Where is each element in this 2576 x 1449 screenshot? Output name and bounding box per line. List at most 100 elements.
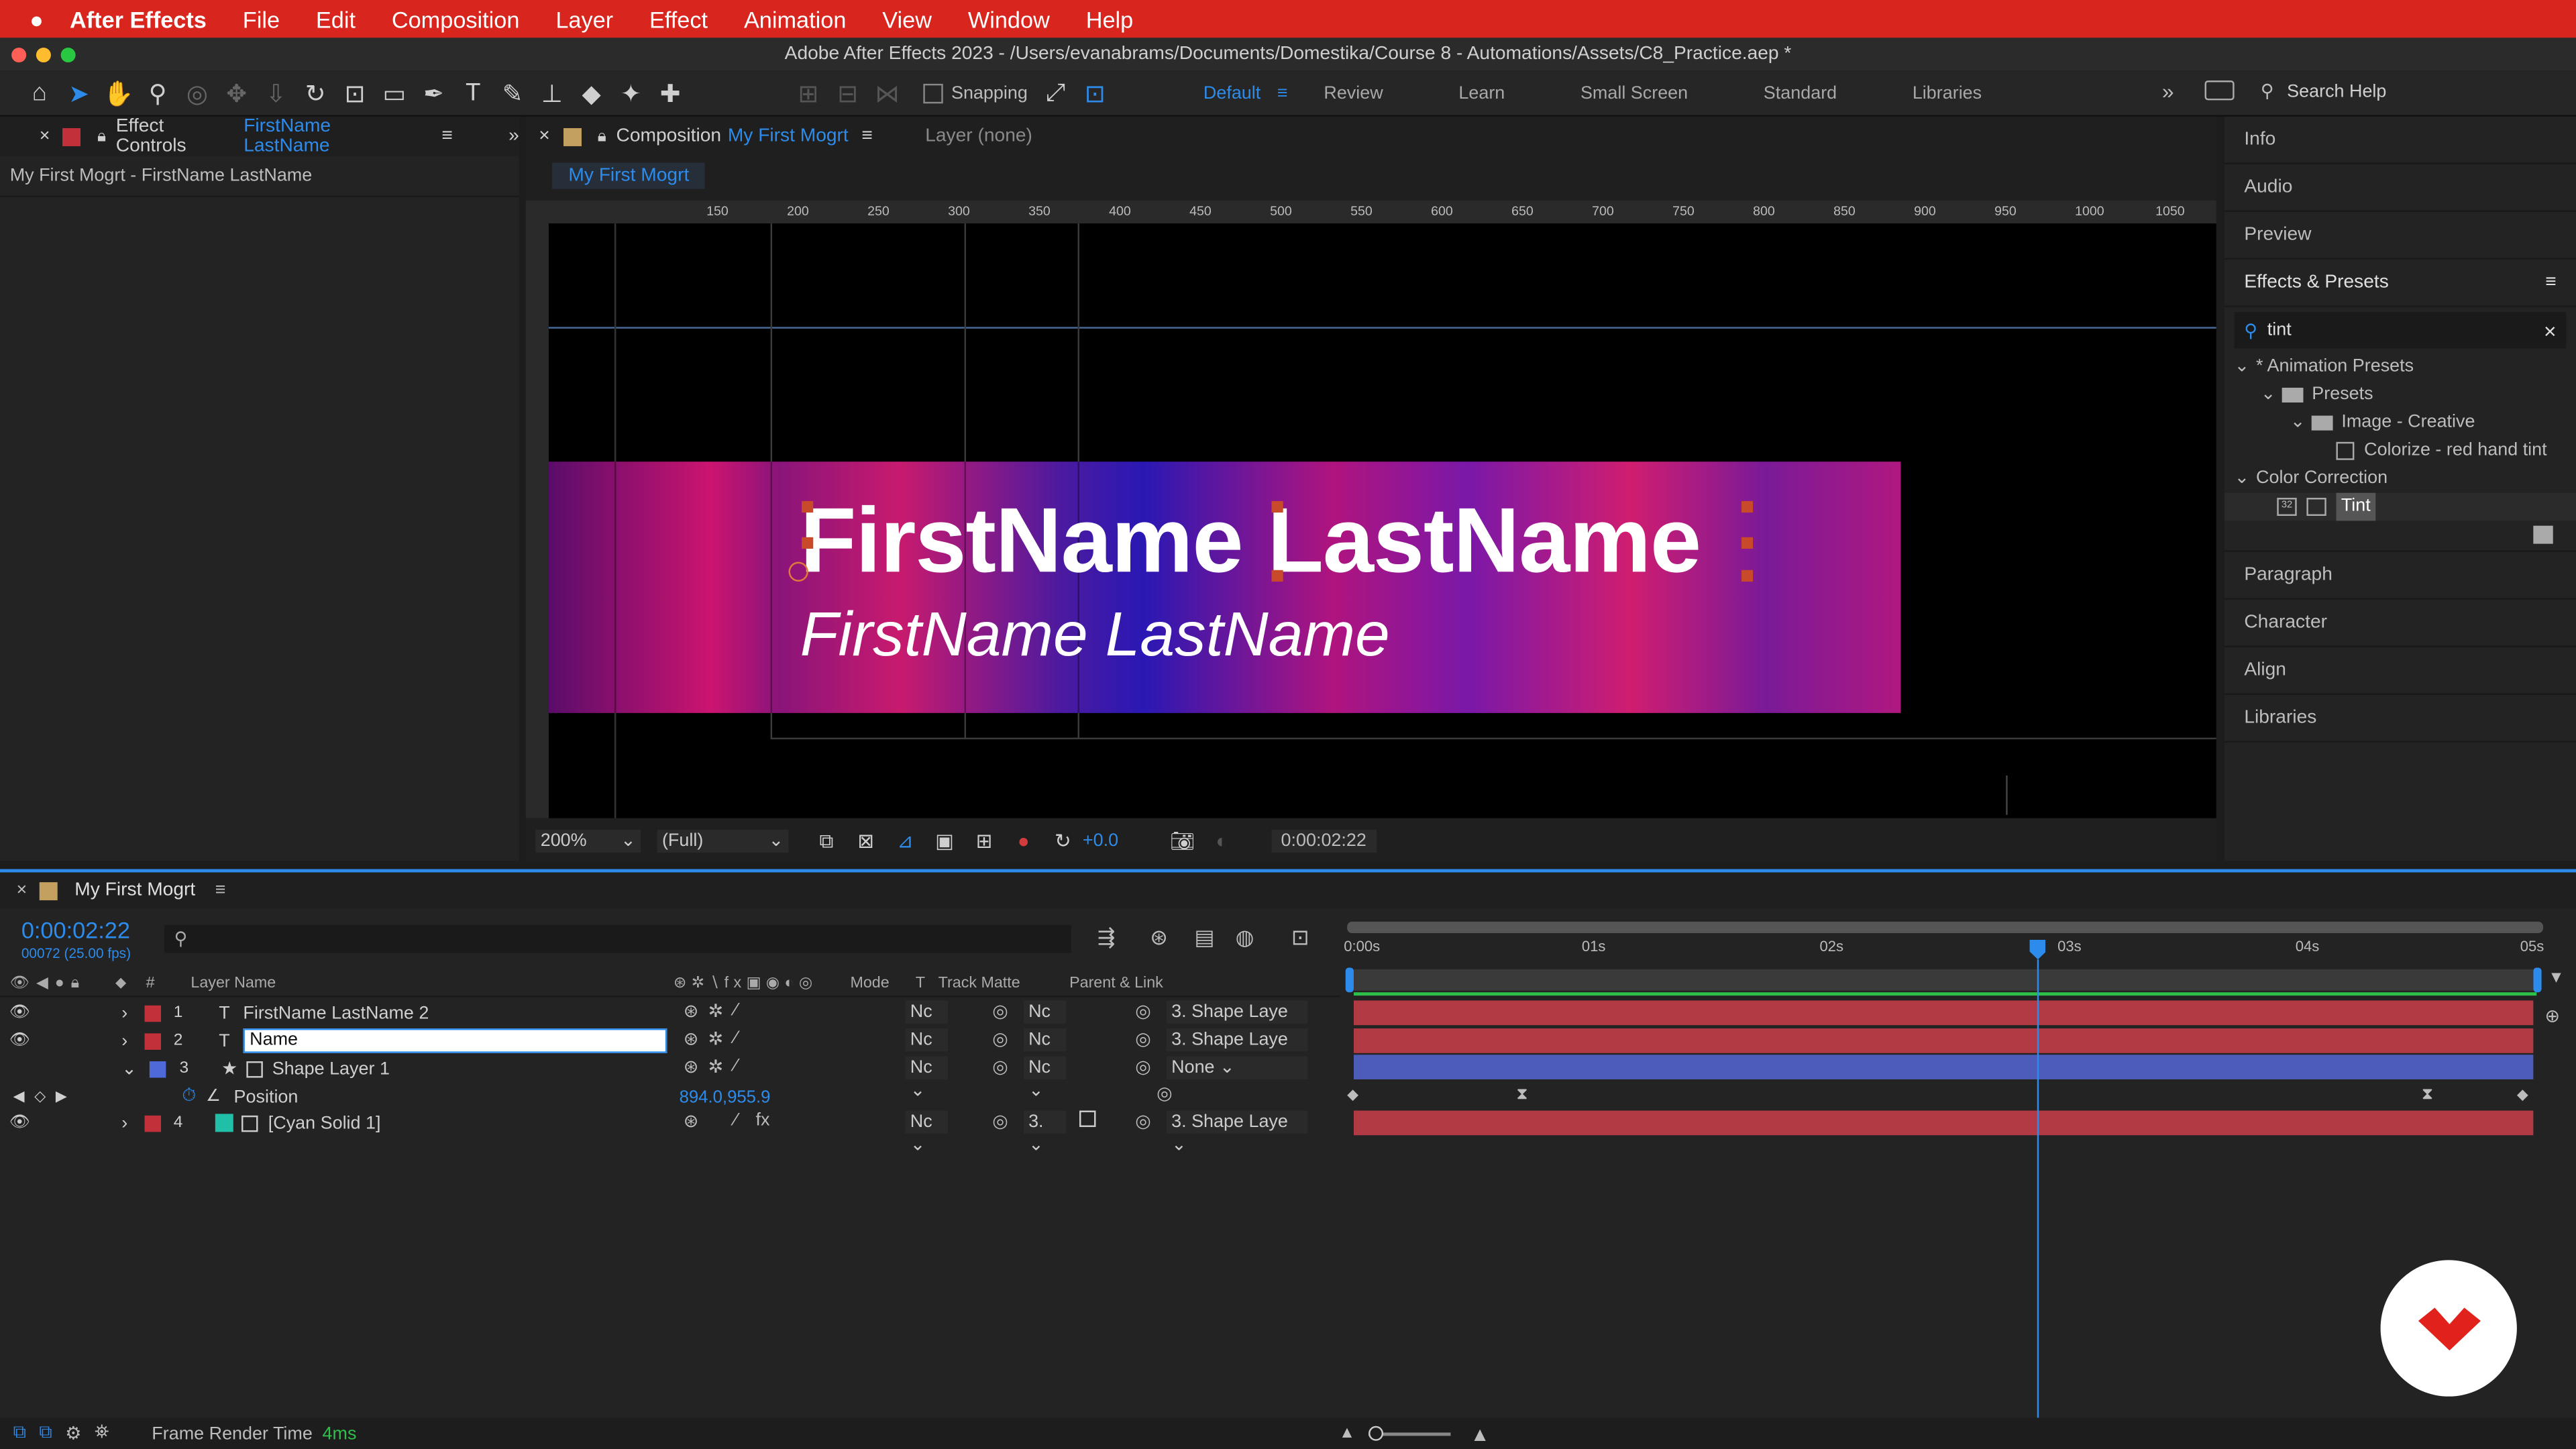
rgb-channels-icon[interactable]: ● [1009,826,1038,856]
mode-dropdown[interactable]: Nc ⌄ [905,1056,949,1101]
workspace-libraries[interactable]: Libraries [1913,83,1982,103]
rectangle-tool-icon[interactable]: ▭ [380,78,409,108]
dolly-camera-icon[interactable]: ⇩ [261,78,290,108]
paragraph-panel[interactable]: Paragraph [2224,552,2576,600]
layer-label-color[interactable] [144,1032,161,1049]
snapping-checkbox[interactable] [923,83,943,103]
layer-search-field[interactable]: ⚲ [164,924,1071,953]
distribute-icon[interactable]: ⊟ [833,78,863,108]
keyframe[interactable]: ◆ [1347,1086,1358,1104]
timeline-tab[interactable]: My First Mogrt [74,881,195,900]
layer-name[interactable]: [Cyan Solid 1] [268,1113,381,1132]
comp-menu-icon[interactable]: ≡ [861,127,872,146]
tree-tint-effect[interactable]: 32 Tint [2224,492,2576,521]
add-keyframe-icon[interactable]: ◇ [34,1087,46,1106]
parent-dropdown[interactable]: 3. Shape Laye ⌄ [1166,1028,1308,1073]
layer-bar[interactable] [1353,1110,2534,1136]
eye-icon[interactable]: 👁︎ [9,1113,30,1132]
track-matte-dropdown[interactable]: 3. ⌄ [1023,1110,1067,1155]
effects-search-field[interactable]: ⚲ tint × [2234,312,2567,349]
workspace-small-screen[interactable]: Small Screen [1580,83,1688,103]
timeline-timecode[interactable]: 0:00:02:22 [21,917,130,943]
orbit-camera-icon[interactable]: ◎ [182,78,212,108]
parent-pickwhip-icon[interactable]: ◎ [1135,1057,1151,1077]
brush-tool-icon[interactable]: ✎ [498,78,527,108]
bounding-handle[interactable] [1741,500,1754,513]
rotation-tool-icon[interactable]: ↻ [301,78,330,108]
track-matte-dropdown[interactable]: Nc ⌄ [1023,1028,1067,1073]
parent-dropdown[interactable]: 3. Shape Laye ⌄ [1166,1000,1308,1045]
eye-icon[interactable]: 👁︎ [9,1031,30,1051]
subtitle-text[interactable]: FirstName LastName [800,601,1390,672]
quality-draft-icon[interactable]: ∕ [735,1000,738,1020]
quality-switch-icon[interactable]: ✲ [708,1000,724,1022]
tree-color-correction[interactable]: ⌄ Color Correction [2224,465,2576,493]
video-switch-icon[interactable]: 👁︎ [10,974,30,992]
bounding-handle[interactable] [1271,500,1283,513]
fast-preview-icon[interactable]: ⧉ [812,826,841,856]
transfer-controls-icon[interactable]: ⧉ [39,1423,52,1444]
comp-lock-icon[interactable]: 🔒︎ [598,127,606,146]
col-mode[interactable]: Mode [850,974,889,992]
col-parent[interactable]: Parent & Link [1069,974,1163,992]
zoom-tool-icon[interactable]: ⚲ [143,78,172,108]
bounding-handle[interactable] [1741,570,1754,582]
track-matte-dropdown[interactable]: Nc ⌄ [1023,1000,1067,1045]
new-folder-icon[interactable] [2533,525,2553,544]
lock-icon[interactable]: 🔒︎ [97,127,106,146]
parent-pickwhip-icon[interactable]: ◎ [1135,1111,1151,1132]
composition-tab-name[interactable]: My First Mogrt [728,127,849,146]
layer-name[interactable]: Shape Layer 1 [272,1059,390,1078]
track-matte-dropdown[interactable]: Nc ⌄ [1023,1056,1067,1101]
libraries-panel[interactable]: Libraries [2224,695,2576,743]
zoom-out-icon[interactable]: ▲ [1339,1424,1355,1442]
layer-tab[interactable]: Layer (none) [925,127,1032,146]
preserve-transparency-icon[interactable]: ◎ [992,1111,1008,1132]
keyboard-shortcut-icon[interactable] [2204,80,2235,101]
col-layer-name[interactable]: Layer Name [191,974,276,992]
snap-icon[interactable]: ⋈ [872,78,902,108]
align-icon[interactable]: ⊞ [794,78,823,108]
menu-help[interactable]: Help [1086,6,1134,32]
pan-behind-tool-icon[interactable]: ⊡ [340,78,370,108]
expand-layer-icon[interactable]: › [121,1031,127,1051]
clone-stamp-icon[interactable]: ⊥ [537,78,567,108]
puppet-pin-icon[interactable]: ✚ [655,78,685,108]
zoom-slider-handle[interactable] [1368,1425,1383,1440]
audio-panel[interactable]: Audio [2224,164,2576,212]
keyframe-easy-ease[interactable]: ⧗ [2422,1086,2433,1104]
prev-keyframe-icon[interactable]: ◀︎ [13,1087,25,1106]
audio-switch-icon[interactable]: ◀︎ [36,974,48,992]
graph-editor-icon[interactable]: ⊡ [1291,925,1309,951]
quality-draft-icon[interactable]: ∕ [735,1028,738,1048]
reset-exposure-icon[interactable]: ↻ [1048,826,1077,856]
out-point-marker[interactable] [2533,967,2542,993]
preserve-transparency-icon[interactable]: ◎ [992,1028,1008,1050]
parent-dropdown[interactable]: None ⌄ [1166,1056,1308,1079]
tree-animation-presets[interactable]: ⌄ * Animation Presets [2224,354,2576,382]
parent-pickwhip-icon[interactable]: ◎ [1135,1000,1151,1022]
bounding-handle[interactable] [802,500,814,513]
zoom-dropdown[interactable]: 200% ⌄ [535,829,641,853]
draft-3d-icon[interactable]: ⊛ [1150,925,1168,951]
region-of-interest-icon[interactable]: ▣ [930,826,959,856]
layer-name-input[interactable]: Name [243,1028,667,1053]
motion-blur-switch-icon[interactable]: ⊛ [684,1000,699,1022]
menu-edit[interactable]: Edit [316,6,356,32]
home-icon[interactable]: ⌂ [25,78,54,107]
keyframe[interactable]: ◆ [2517,1086,2528,1104]
workspace-learn[interactable]: Learn [1458,83,1505,103]
pan-camera-icon[interactable]: ✥ [222,78,252,108]
zoom-in-icon[interactable]: ▲ [1470,1422,1490,1445]
workspace-default[interactable]: Default [1203,83,1260,103]
close-window-button[interactable] [11,48,27,63]
graph-icon[interactable]: ∠ [206,1087,221,1106]
snap-edge-icon[interactable]: ⤢ [1040,78,1070,107]
eraser-tool-icon[interactable]: ◆ [577,78,606,108]
quality-switch-icon[interactable]: ✲ [708,1057,724,1077]
expand-layer-icon[interactable]: › [121,1003,127,1022]
mode-dropdown[interactable]: Nc ⌄ [905,1000,949,1045]
stopwatch-icon[interactable]: ⏱︎ [182,1086,196,1108]
apple-icon[interactable]: ● [30,6,44,32]
in-out-icon[interactable]: ⚙ [65,1423,81,1444]
